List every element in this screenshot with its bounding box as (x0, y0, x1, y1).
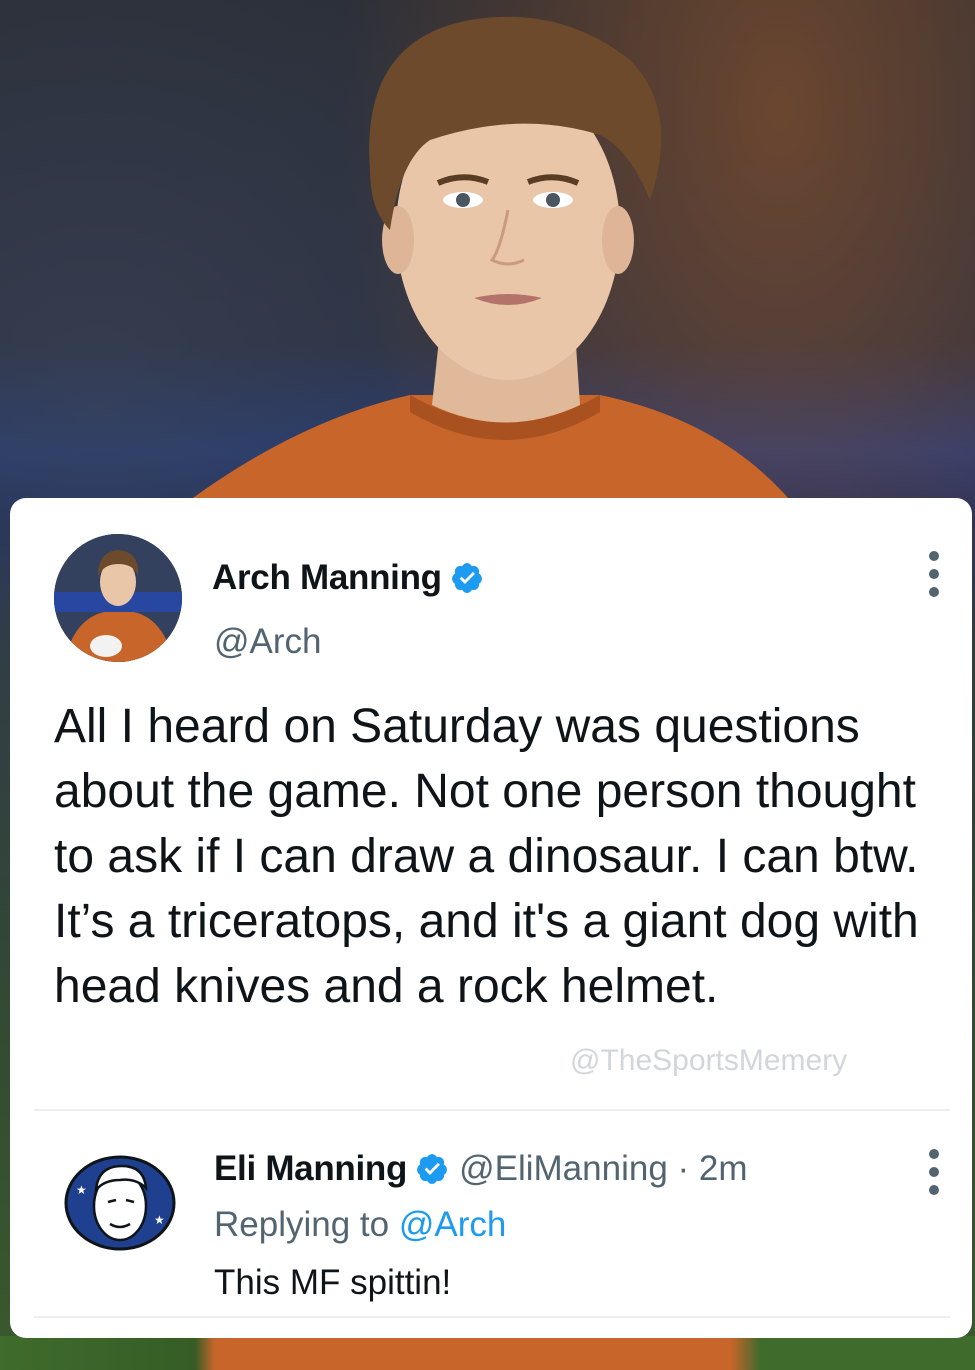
author-name[interactable]: Arch Manning (212, 558, 442, 598)
more-vertical-icon (929, 1149, 939, 1159)
more-vertical-icon (929, 1185, 939, 1195)
reply-timestamp[interactable]: 2m (699, 1149, 748, 1189)
verified-badge-icon (417, 1154, 447, 1184)
meta-separator: · (667, 1149, 699, 1188)
more-vertical-icon (929, 1167, 939, 1177)
more-vertical-icon (929, 569, 939, 579)
avatar[interactable] (54, 534, 182, 662)
replying-to-label: Replying to (214, 1205, 399, 1244)
avatar-image (54, 534, 182, 662)
more-vertical-icon (929, 587, 939, 597)
divider (34, 1316, 950, 1318)
verified-badge-icon (451, 563, 482, 593)
more-vertical-icon (929, 551, 939, 561)
watermark: @TheSportsMemery (570, 1044, 848, 1077)
jersey-strip (0, 1336, 975, 1370)
player-photo (190, 16, 790, 500)
replying-to-line: Replying to @Arch (214, 1205, 506, 1245)
replying-to-link[interactable]: @Arch (399, 1205, 507, 1244)
tweet-text: All I heard on Saturday was questions ab… (54, 700, 919, 1013)
reply-text: This MF spittin! (214, 1263, 452, 1302)
tweet-card: Arch Manning @Arch All I heard on Saturd… (10, 498, 972, 1338)
svg-text:★: ★ (154, 1213, 165, 1227)
author-handle[interactable]: @Arch (214, 622, 322, 662)
svg-text:★: ★ (76, 1183, 87, 1197)
reply-more-options-button[interactable] (924, 1149, 944, 1195)
divider (34, 1109, 950, 1111)
reply-author-row: Eli Manning @EliManning · 2m (214, 1149, 748, 1189)
author-row: Arch Manning (212, 558, 484, 598)
more-options-button[interactable] (924, 551, 944, 597)
reply-avatar[interactable]: ★ ★ (64, 1154, 176, 1252)
reply-author-handle[interactable]: @EliManning (459, 1149, 668, 1189)
reply-author-name[interactable]: Eli Manning (214, 1149, 407, 1189)
